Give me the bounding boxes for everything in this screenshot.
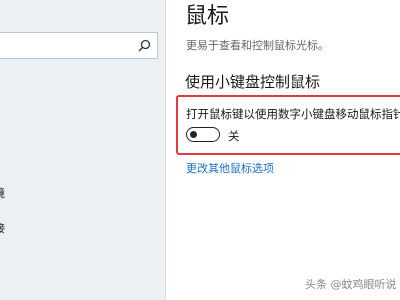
- section-title: 使用小键盘控制鼠标: [185, 73, 321, 91]
- sidebar-item[interactable]: 境: [0, 185, 5, 201]
- more-mouse-options-link[interactable]: 更改其他鼠标选项: [186, 160, 274, 176]
- search-icon: [138, 39, 151, 52]
- page-title: 鼠标: [185, 4, 230, 29]
- mouse-keys-setting-label: 打开鼠标键以使用数字小键盘移动鼠标指针: [186, 107, 400, 121]
- sidebar: 境 接: [0, 0, 165, 300]
- toggle-knob: [190, 130, 197, 138]
- mouse-keys-toggle[interactable]: [186, 127, 220, 142]
- watermark: 头条 @蚊鸡眼听说: [305, 278, 397, 291]
- toggle-state-label: 关: [228, 129, 240, 143]
- pane-divider: [165, 0, 166, 300]
- highlight-box: [176, 95, 400, 155]
- search-input[interactable]: [0, 32, 158, 59]
- sidebar-item[interactable]: 接: [0, 220, 5, 236]
- page-description: 更易于查看和控制鼠标光标。: [186, 39, 329, 52]
